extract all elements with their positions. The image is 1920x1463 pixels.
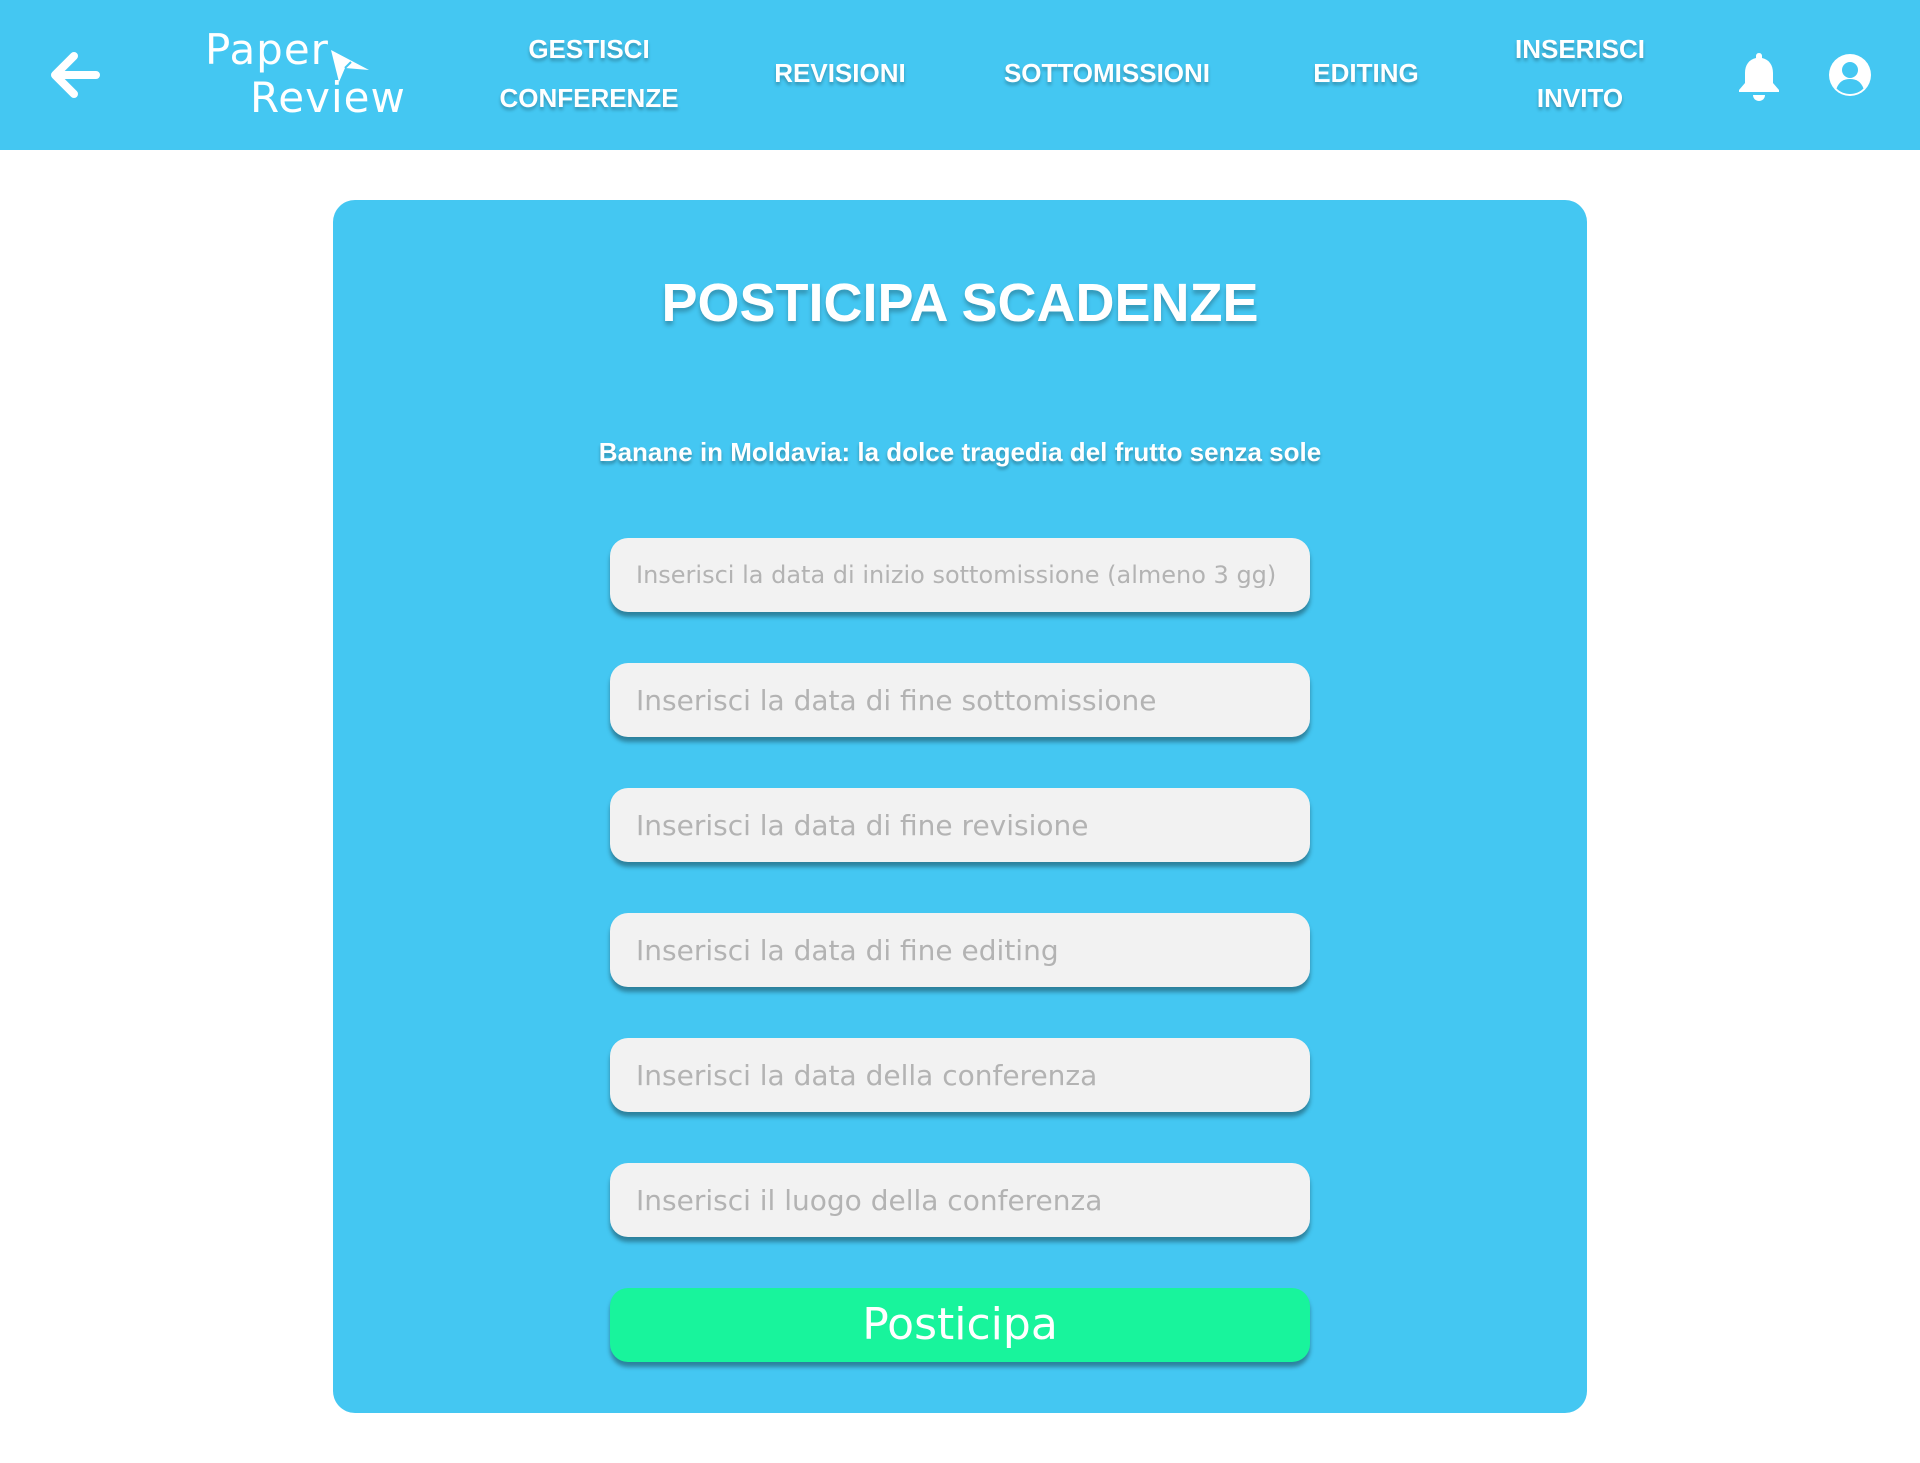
nav-label-line1: GESTISCI bbox=[528, 34, 650, 64]
nav-inserisci-invito[interactable]: INSERISCI INVITO bbox=[1500, 25, 1660, 123]
nav-label-line1: INSERISCI bbox=[1514, 34, 1646, 64]
nav-label-line2: CONFERENZE bbox=[499, 83, 679, 113]
nav-revisioni[interactable]: REVISIONI bbox=[762, 49, 918, 98]
submission-end-date-input[interactable] bbox=[610, 663, 1310, 737]
nav-editing[interactable]: EDITING bbox=[1300, 49, 1432, 98]
conference-date-input[interactable] bbox=[610, 1038, 1310, 1112]
editing-end-date-input[interactable] bbox=[610, 913, 1310, 987]
logo-text-review: Review bbox=[250, 73, 406, 122]
nav-gestisci-conferenze[interactable]: GESTISCI CONFERENZE bbox=[496, 25, 682, 123]
bell-icon bbox=[1739, 53, 1779, 101]
posticipa-button[interactable]: Posticipa bbox=[610, 1288, 1310, 1362]
page-title: POSTICIPA SCADENZE bbox=[661, 273, 1259, 333]
top-navbar: Paper Review GESTISCI CONFERENZE REVISIO… bbox=[0, 0, 1920, 150]
nav-label: EDITING bbox=[1313, 58, 1419, 88]
logo[interactable]: Paper Review bbox=[205, 26, 405, 126]
back-button[interactable] bbox=[44, 44, 106, 106]
nav-label: SOTTOMISSIONI bbox=[1003, 58, 1211, 88]
conference-title: Banane in Moldavia: la dolce tragedia de… bbox=[598, 437, 1322, 467]
user-circle-icon bbox=[1829, 54, 1871, 96]
nav-label: REVISIONI bbox=[774, 58, 906, 88]
profile-button[interactable] bbox=[1828, 53, 1872, 97]
conference-location-input[interactable] bbox=[610, 1163, 1310, 1237]
logo-text-paper: Paper bbox=[205, 25, 329, 74]
arrow-left-icon bbox=[51, 52, 100, 98]
nav-label-line2: INVITO bbox=[1536, 83, 1624, 113]
nav-sottomissioni[interactable]: SOTTOMISSIONI bbox=[996, 49, 1218, 98]
submission-start-date-input[interactable] bbox=[610, 538, 1310, 612]
notifications-button[interactable] bbox=[1736, 50, 1782, 102]
review-end-date-input[interactable] bbox=[610, 788, 1310, 862]
